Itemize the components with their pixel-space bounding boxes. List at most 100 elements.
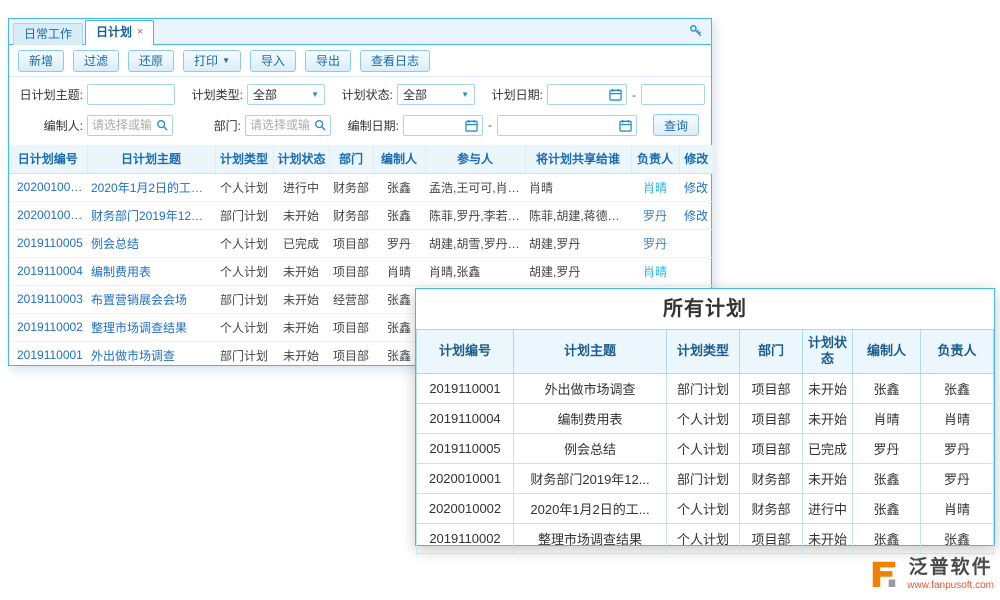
- subject-input[interactable]: [87, 84, 175, 105]
- column-header[interactable]: 负责人: [921, 330, 994, 374]
- table-header-row: 计划编号计划主题计划类型部门计划状态编制人负责人: [417, 330, 994, 374]
- cell: 陈菲,罗丹,李若若,罗...: [425, 201, 525, 229]
- page-title: 所有计划: [416, 289, 994, 329]
- cell-link[interactable]: 2019110003: [9, 285, 87, 313]
- range-separator: -: [632, 88, 636, 102]
- cell: 未开始: [273, 285, 329, 313]
- calendar-icon[interactable]: [607, 88, 626, 101]
- cell: 肖晴,张鑫: [425, 257, 525, 285]
- cell-link[interactable]: 2019110005: [9, 229, 87, 257]
- add-button[interactable]: 新增: [18, 50, 64, 72]
- search-icon[interactable]: [154, 119, 172, 131]
- column-header[interactable]: 部门: [740, 330, 803, 374]
- close-icon[interactable]: ×: [137, 26, 143, 38]
- date-input[interactable]: [642, 88, 704, 102]
- date-input[interactable]: [498, 118, 617, 132]
- cell-link[interactable]: 2019110002: [9, 313, 87, 341]
- filter-label: 计划状态:: [337, 86, 397, 103]
- plan-status-select[interactable]: 全部 ▼: [397, 84, 475, 105]
- cell-link[interactable]: 2020010002: [9, 173, 87, 201]
- all-plans-window: 所有计划 计划编号计划主题计划类型部门计划状态编制人负责人 2019110001…: [415, 288, 995, 546]
- cell: 个人计划: [667, 403, 740, 433]
- table-row[interactable]: 2019110004编制费用表个人计划项目部未开始肖晴肖晴: [417, 403, 994, 433]
- cell-link[interactable]: 编制费用表: [87, 257, 215, 285]
- tab-daily-work[interactable]: 日常工作: [13, 23, 83, 45]
- column-header[interactable]: 计划类型: [667, 330, 740, 374]
- column-header[interactable]: 部门: [329, 145, 373, 173]
- cell: 张鑫: [921, 523, 994, 553]
- table-row[interactable]: 20200100022020年1月2日的工作日...个人计划进行中财务部张鑫孟浩…: [9, 173, 713, 201]
- column-header[interactable]: 修改: [679, 145, 713, 173]
- cell-link[interactable]: 外出做市场调查: [87, 341, 215, 369]
- select-value: 全部: [253, 86, 277, 103]
- export-button[interactable]: 导出: [305, 50, 351, 72]
- query-button[interactable]: 查询: [653, 114, 699, 136]
- cell-link[interactable]: 2019110001: [9, 341, 87, 369]
- cell-link[interactable]: 2019110004: [9, 257, 87, 285]
- view-log-button[interactable]: 查看日志: [360, 50, 430, 72]
- cell: 项目部: [329, 341, 373, 369]
- cell-link[interactable]: 整理市场调查结果: [87, 313, 215, 341]
- creator-input[interactable]: [87, 115, 173, 136]
- calendar-icon[interactable]: [617, 119, 636, 132]
- column-header[interactable]: 编制人: [853, 330, 921, 374]
- column-header[interactable]: 日计划编号: [9, 145, 87, 173]
- cell-link[interactable]: 修改: [679, 201, 713, 229]
- column-header[interactable]: 将计划共享给谁: [525, 145, 631, 173]
- plan-type-select[interactable]: 全部 ▼: [247, 84, 325, 105]
- table-row[interactable]: 2019110002整理市场调查结果个人计划项目部未开始张鑫张鑫: [417, 523, 994, 553]
- table-row[interactable]: 2019110001外出做市场调查部门计划项目部未开始张鑫张鑫: [417, 373, 994, 403]
- cell-link[interactable]: 修改: [679, 173, 713, 201]
- cell-link[interactable]: 布置营销展会会场: [87, 285, 215, 313]
- plan-date-to-input[interactable]: [641, 84, 705, 105]
- print-button[interactable]: 打印 ▼: [183, 50, 241, 72]
- column-header[interactable]: 计划状态: [273, 145, 329, 173]
- cell: 肖晴: [853, 403, 921, 433]
- date-input[interactable]: [548, 88, 607, 102]
- cell: 张鑫: [853, 463, 921, 493]
- column-header[interactable]: 计划状态: [803, 330, 853, 374]
- table-row[interactable]: 2020010001财务部门2019年12月的...部门计划未开始财务部张鑫陈菲…: [9, 201, 713, 229]
- cell-link[interactable]: 2020年1月2日的工作日...: [87, 173, 215, 201]
- tab-label: 日计划: [96, 25, 132, 39]
- make-date-from-input[interactable]: [403, 115, 483, 136]
- column-header[interactable]: 计划类型: [215, 145, 273, 173]
- table-row[interactable]: 2019110004编制费用表个人计划未开始项目部肖晴肖晴,张鑫胡建,罗丹肖晴: [9, 257, 713, 285]
- cell-link[interactable]: 例会总结: [87, 229, 215, 257]
- import-button[interactable]: 导入: [250, 50, 296, 72]
- search-icon[interactable]: [312, 119, 330, 131]
- table-row[interactable]: 2019110005例会总结个人计划已完成项目部罗丹胡建,胡雪,罗丹,任晓...…: [9, 229, 713, 257]
- cell: 2020010001: [417, 463, 514, 493]
- cell: 肖晴: [921, 493, 994, 523]
- table-row[interactable]: 2019110005例会总结个人计划项目部已完成罗丹罗丹: [417, 433, 994, 463]
- cell: 外出做市场调查: [514, 373, 667, 403]
- calendar-icon[interactable]: [463, 119, 482, 132]
- table-row[interactable]: 20200100022020年1月2日的工...个人计划财务部进行中张鑫肖晴: [417, 493, 994, 523]
- cell: 未开始: [803, 463, 853, 493]
- table-row[interactable]: 2020010001财务部门2019年12...部门计划财务部未开始张鑫罗丹: [417, 463, 994, 493]
- cell: 罗丹: [921, 433, 994, 463]
- column-header[interactable]: 日计划主题: [87, 145, 215, 173]
- dept-text-input[interactable]: [246, 118, 312, 132]
- cell: [679, 257, 713, 285]
- filter-button[interactable]: 过滤: [73, 50, 119, 72]
- column-header[interactable]: 负责人: [631, 145, 679, 173]
- date-input[interactable]: [404, 118, 463, 132]
- cell: 财务部门2019年12...: [514, 463, 667, 493]
- cell: 部门计划: [667, 463, 740, 493]
- dept-input[interactable]: [245, 115, 331, 136]
- cell: 未开始: [273, 257, 329, 285]
- cell-link[interactable]: 2020010001: [9, 201, 87, 229]
- plan-date-from-input[interactable]: [547, 84, 627, 105]
- column-header[interactable]: 编制人: [373, 145, 425, 173]
- creator-text-input[interactable]: [88, 118, 154, 132]
- cell-link[interactable]: 财务部门2019年12月的...: [87, 201, 215, 229]
- tab-daily-plan[interactable]: 日计划 ×: [85, 20, 154, 45]
- cell: 部门计划: [215, 341, 273, 369]
- key-icon[interactable]: [689, 24, 703, 43]
- column-header[interactable]: 参与人: [425, 145, 525, 173]
- make-date-to-input[interactable]: [497, 115, 637, 136]
- column-header[interactable]: 计划主题: [514, 330, 667, 374]
- restore-button[interactable]: 还原: [128, 50, 174, 72]
- column-header[interactable]: 计划编号: [417, 330, 514, 374]
